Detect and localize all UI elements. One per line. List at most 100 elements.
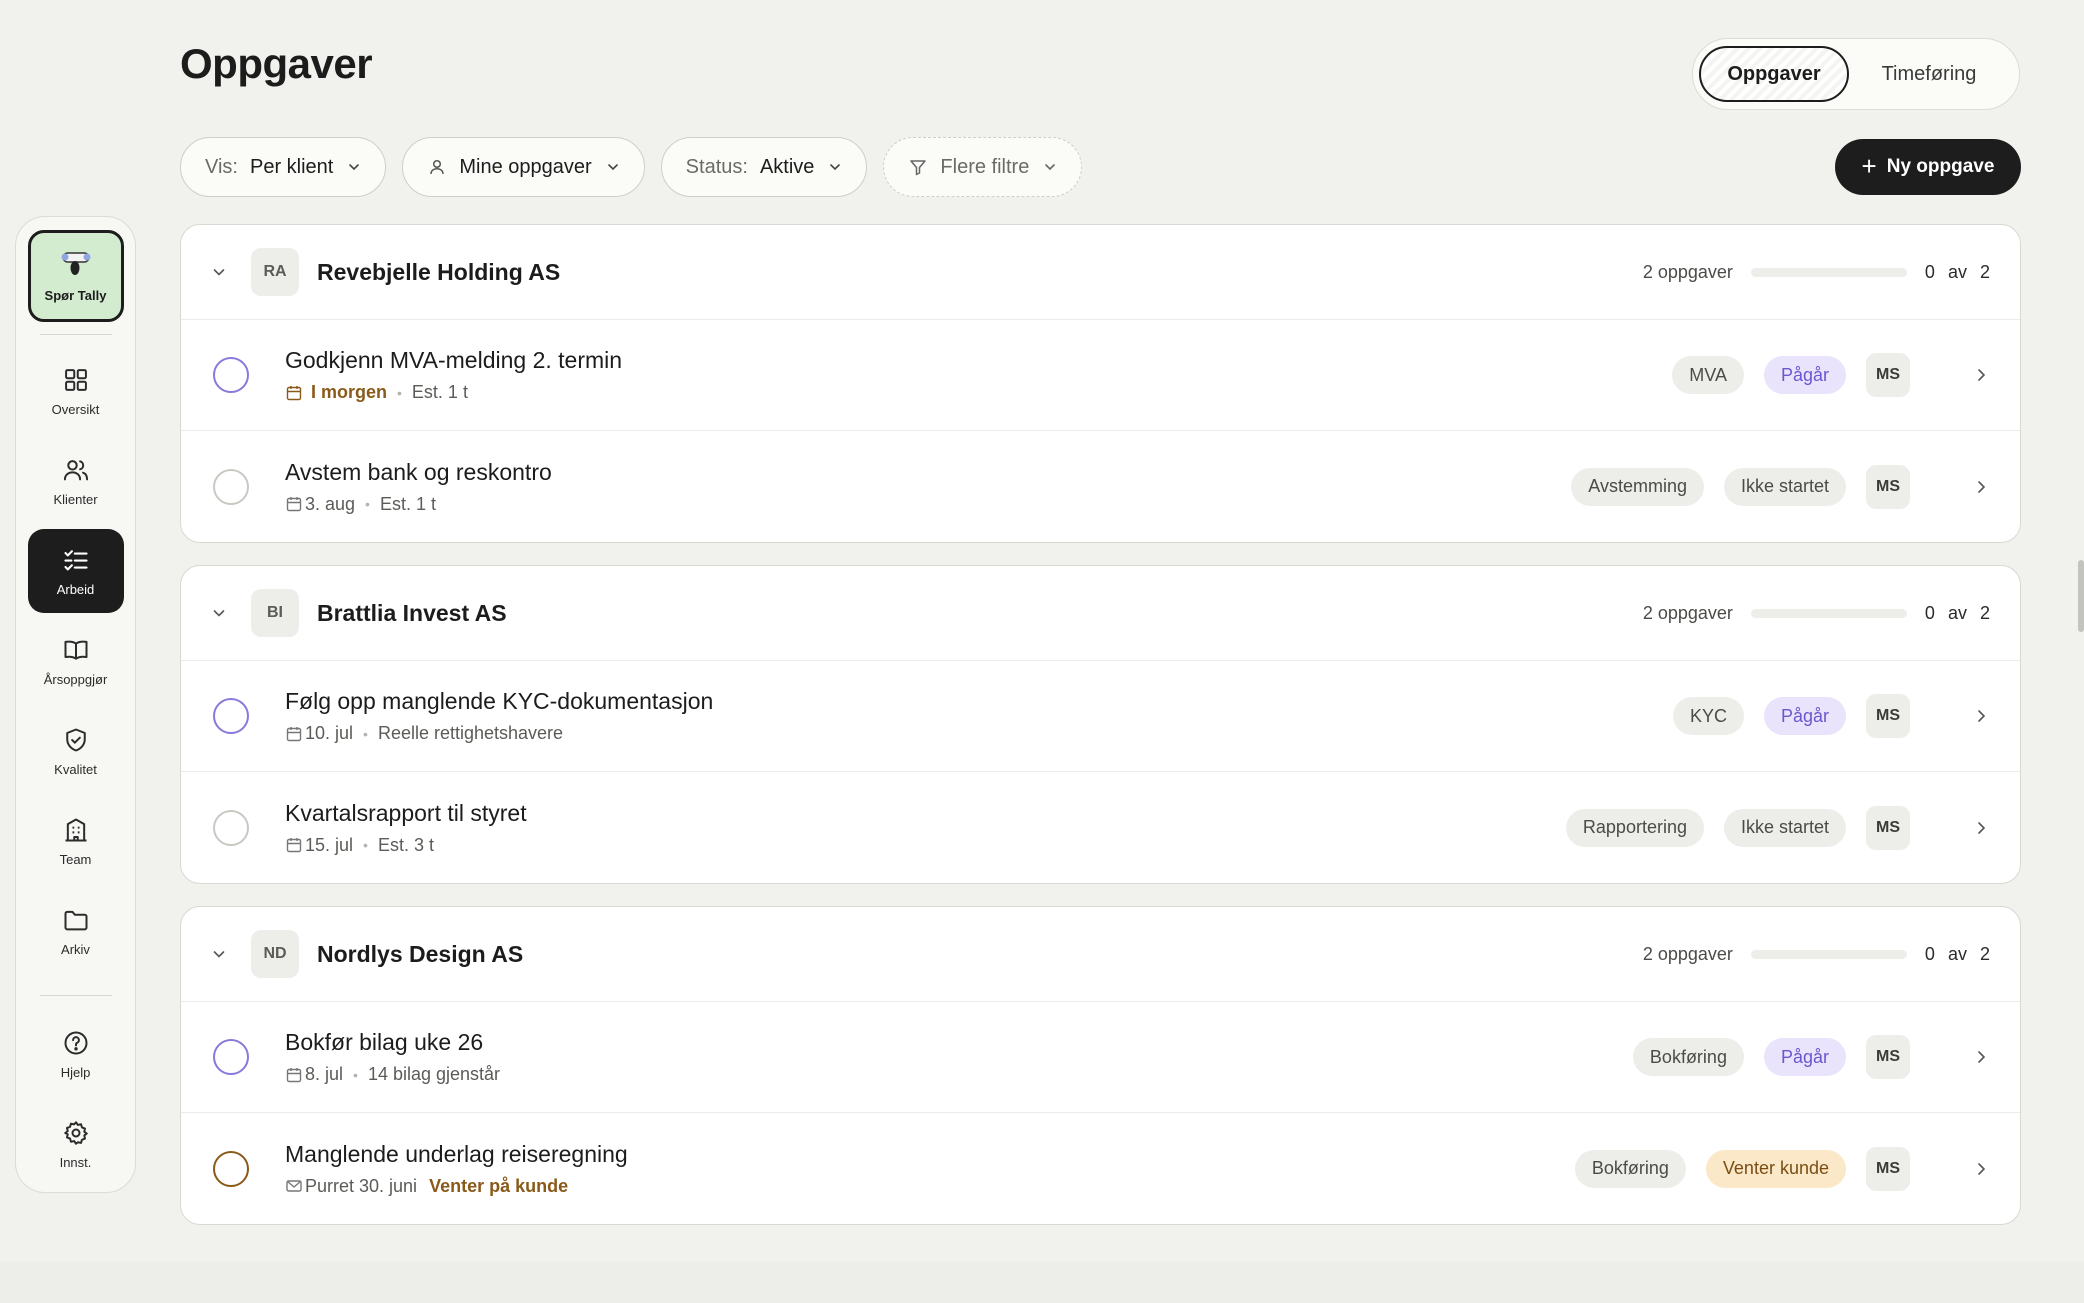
task-row[interactable]: Godkjenn MVA-melding 2. termin I morgen … <box>181 320 2020 431</box>
sidebar-item-hjelp[interactable]: Hjelp <box>28 1012 124 1096</box>
task-due: 10. jul <box>305 723 354 743</box>
sidebar-item-arbeid[interactable]: Arbeid <box>27 529 124 613</box>
task-row[interactable]: Manglende underlag reiseregning Purret 3… <box>181 1113 2020 1224</box>
sidebar-item-klienter[interactable]: Klienter <box>28 439 124 523</box>
assignee-filter[interactable]: Mine oppgaver <box>402 137 645 197</box>
collapse-chevron-icon[interactable] <box>211 264 227 280</box>
filter-value: Flere filtre <box>940 155 1030 178</box>
calendar-icon <box>286 385 302 400</box>
chevron-down-icon <box>607 164 618 171</box>
task-complete-toggle[interactable] <box>213 357 249 393</box>
category-tag: Bokføring <box>1574 1149 1686 1188</box>
sidebar-item-arsoppgjor[interactable]: Årsoppgjør <box>28 619 124 703</box>
sidebar-item-innstillinger[interactable]: Innst. <box>28 1102 124 1186</box>
chevron-right-icon[interactable] <box>1972 478 1990 496</box>
category-tag: MVA <box>1672 356 1744 394</box>
filter-label: Status: <box>685 155 748 178</box>
task-body: Kvartalsrapport til styret 15. jul • Est… <box>285 800 1546 856</box>
sidebar-item-label: Klienter <box>53 491 98 507</box>
task-due: 15. jul <box>305 834 354 855</box>
assignee-avatar: MS <box>1866 1035 1910 1079</box>
status-filter[interactable]: Status: Aktive <box>660 137 868 197</box>
task-count: 2 oppgaver <box>1642 261 1733 282</box>
assignee-avatar: MS <box>1866 1146 1910 1191</box>
done-count: 0 <box>1924 261 1935 282</box>
task-row[interactable]: Avstem bank og reskontro 3. aug • Est. 1… <box>181 431 2020 542</box>
done-count: 0 <box>1924 602 1935 623</box>
client-initials: BI <box>251 589 299 637</box>
user-icon <box>430 159 445 175</box>
task-complete-toggle[interactable] <box>213 1039 249 1075</box>
client-group-header[interactable]: BI Brattlia Invest AS 2 oppgaver 0 av 2 <box>181 566 2020 661</box>
building-icon <box>65 818 86 841</box>
sidebar-item-team[interactable]: Team <box>28 799 124 883</box>
grid-icon <box>64 368 87 391</box>
separator-dot: • <box>363 725 368 742</box>
plus-icon: + <box>1861 150 1877 181</box>
category-tag: Bokføring <box>1632 1038 1744 1076</box>
task-complete-toggle[interactable] <box>213 1150 249 1187</box>
page-footer-strip <box>0 1261 2084 1303</box>
task-count: 2 oppgaver <box>1642 602 1733 623</box>
task-extra: Est. 1 t <box>379 493 436 514</box>
task-body: Bokfør bilag uke 26 8. jul • 14 bilag gj… <box>285 1029 1613 1085</box>
ask-tally-button[interactable]: Spør Tally <box>27 230 124 322</box>
client-group-header[interactable]: RA Revebjelle Holding AS 2 oppgaver 0 av… <box>181 225 2020 320</box>
chevron-right-icon[interactable] <box>1972 1160 1990 1178</box>
chevron-right-icon[interactable] <box>1972 707 1990 725</box>
view-mode-filter[interactable]: Vis: Per klient <box>180 137 387 197</box>
status-badge: Pågår <box>1763 356 1846 394</box>
chevron-down-icon <box>349 164 360 171</box>
chevron-right-icon[interactable] <box>1972 366 1990 384</box>
task-title: Avstem bank og reskontro <box>285 458 552 485</box>
scrollbar-thumb[interactable] <box>2078 560 2084 632</box>
sidebar-item-oversikt[interactable]: Oversikt <box>28 349 124 433</box>
calendar-icon <box>286 497 302 512</box>
task-row[interactable]: Følg opp manglende KYC-dokumentasjon 10.… <box>181 661 2020 772</box>
ask-tally-label: Spør Tally <box>44 287 107 303</box>
calendar-icon <box>286 838 302 853</box>
filter-icon <box>910 160 927 176</box>
client-initials: RA <box>251 248 299 296</box>
client-group-header[interactable]: ND Nordlys Design AS 2 oppgaver 0 av 2 <box>181 907 2020 1002</box>
new-task-button[interactable]: + Ny oppgave <box>1835 139 2021 195</box>
task-row[interactable]: Bokfør bilag uke 26 8. jul • 14 bilag gj… <box>181 1002 2020 1113</box>
assignee-avatar: MS <box>1866 464 1910 509</box>
progress-text: 0 av 2 <box>1925 262 1990 283</box>
of-word: av <box>1947 602 1967 623</box>
chevron-right-icon[interactable] <box>1972 819 1990 837</box>
task-body: Manglende underlag reiseregning Purret 3… <box>285 1141 1555 1197</box>
collapse-chevron-icon[interactable] <box>211 605 227 621</box>
task-meta: 8. jul • 14 bilag gjenstår <box>285 1064 1613 1085</box>
view-toggle: Oppgaver Timeføring <box>1692 38 2020 110</box>
filter-value: Aktive <box>759 155 815 178</box>
task-title: Bokfør bilag uke 26 <box>285 1029 484 1055</box>
more-filters-button[interactable]: Flere filtre <box>883 137 1083 197</box>
calendar-icon <box>286 1067 302 1082</box>
folder-icon <box>64 910 87 930</box>
sidebar-item-label: Arbeid <box>56 581 95 597</box>
task-due: Purret 30. juni <box>305 1175 418 1196</box>
progress-bar <box>1750 267 1907 277</box>
collapse-chevron-icon[interactable] <box>211 946 227 962</box>
progress-text: 0 av 2 <box>1925 603 1990 624</box>
total-count: 2 <box>1979 602 1990 623</box>
task-body: Avstem bank og reskontro 3. aug • Est. 1… <box>285 459 1551 515</box>
chevron-right-icon[interactable] <box>1972 1048 1990 1066</box>
tab-timeforing[interactable]: Timeføring <box>1849 46 2009 102</box>
sidebar-item-arkiv[interactable]: Arkiv <box>28 889 124 973</box>
tab-oppgaver[interactable]: Oppgaver <box>1699 46 1849 102</box>
sidebar-item-label: Kvalitet <box>54 761 97 777</box>
checklist-icon <box>63 549 88 570</box>
sidebar-item-label: Årsoppgjør <box>43 671 108 687</box>
task-complete-toggle[interactable] <box>213 809 249 846</box>
sidebar-divider <box>39 334 112 335</box>
task-extra: Venter på kunde <box>429 1175 569 1196</box>
task-row[interactable]: Kvartalsrapport til styret 15. jul • Est… <box>181 772 2020 883</box>
sidebar-item-kvalitet[interactable]: Kvalitet <box>28 709 124 793</box>
separator-dot: • <box>353 1066 358 1083</box>
client-group: BI Brattlia Invest AS 2 oppgaver 0 av 2 … <box>180 565 2021 884</box>
users-icon <box>63 459 88 480</box>
task-complete-toggle[interactable] <box>213 698 249 734</box>
task-complete-toggle[interactable] <box>213 468 249 505</box>
